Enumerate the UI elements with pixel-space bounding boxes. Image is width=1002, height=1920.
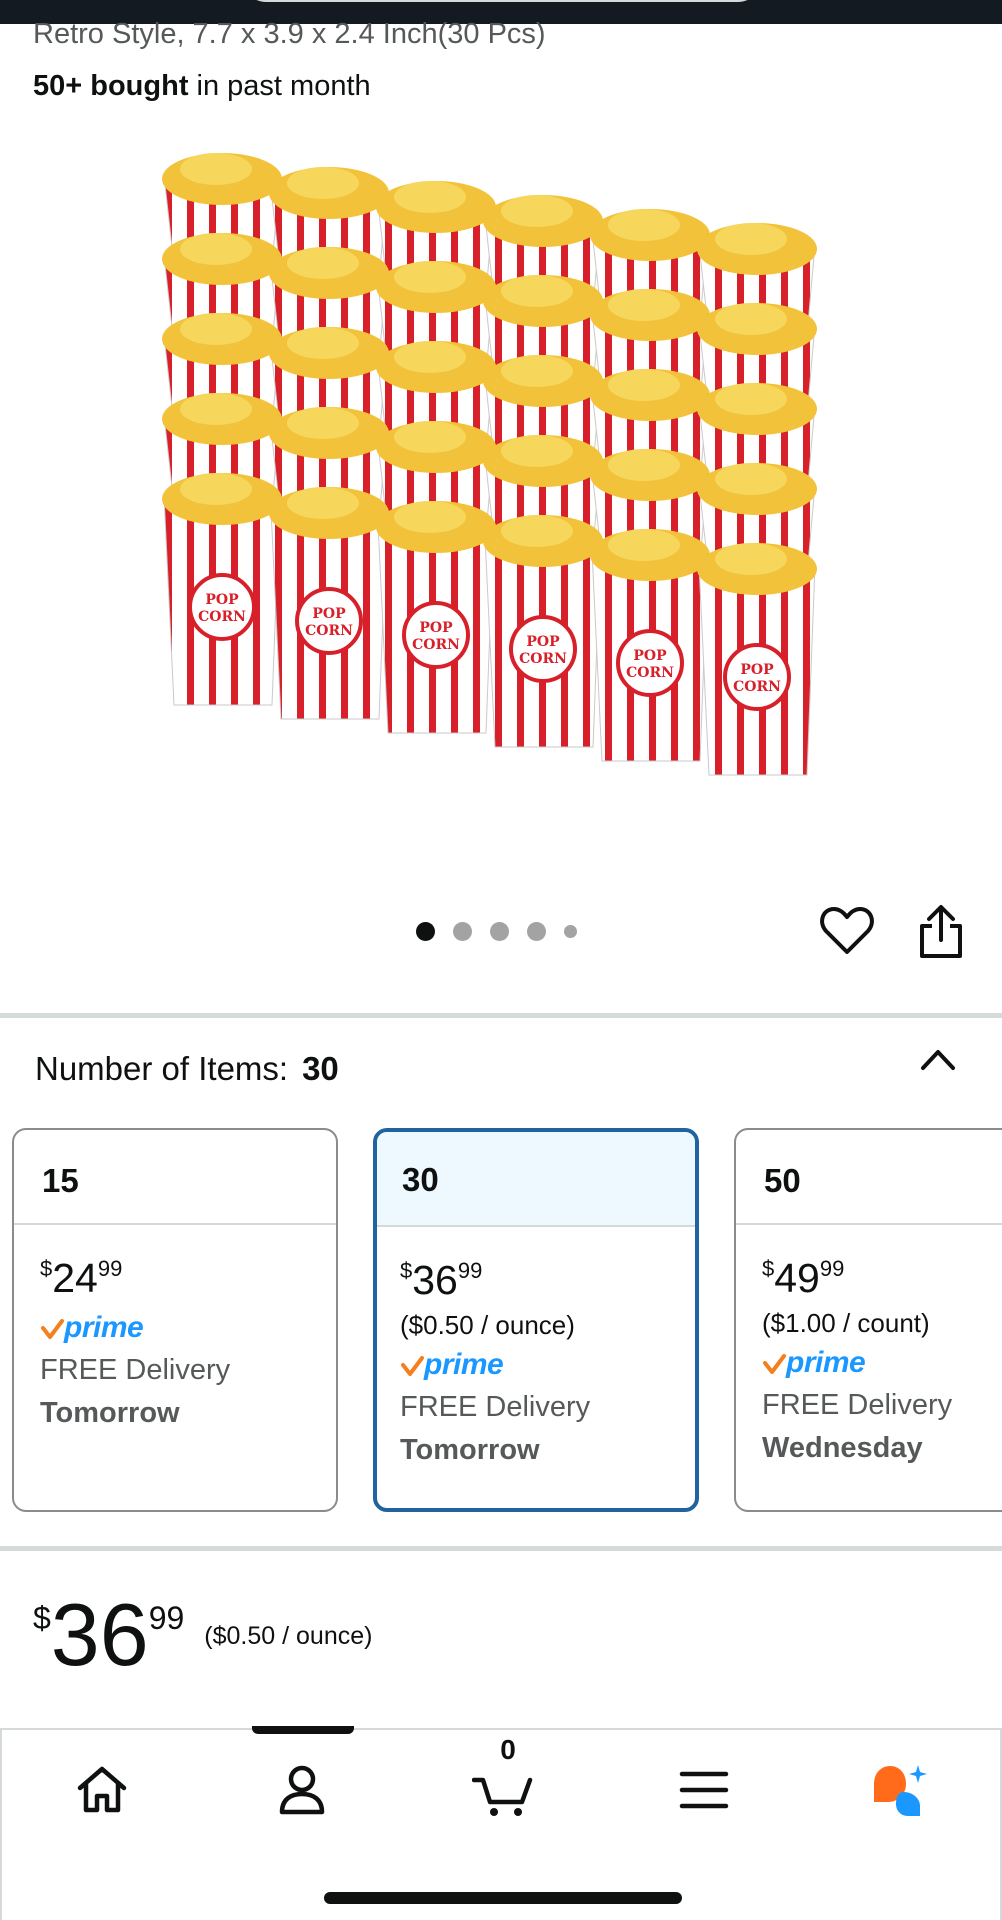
price-whole: 24 — [52, 1255, 98, 1301]
url-pill — [242, 0, 762, 2]
option-price: $3699 — [400, 1245, 695, 1306]
carousel-dots[interactable] — [416, 922, 577, 941]
prime-badge: prime — [762, 1345, 1002, 1381]
prime-check-icon — [763, 1354, 786, 1374]
items-selected-value: 30 — [302, 1050, 339, 1087]
option-count: 30 — [377, 1132, 695, 1227]
price-whole: 49 — [774, 1255, 820, 1301]
menu-icon[interactable] — [674, 1762, 734, 1818]
option-count: 50 — [736, 1130, 1002, 1225]
price-fraction: 99 — [457, 1258, 483, 1283]
cart-count: 0 — [500, 1734, 516, 1765]
unit-price: ($0.50 / ounce) — [400, 1310, 575, 1340]
popcorn-box: POPCORN — [590, 529, 710, 762]
items-label-text: Number of Items: — [35, 1050, 289, 1087]
bottom-nav: 0 — [0, 1726, 1002, 1920]
svg-text:CORN: CORN — [412, 637, 460, 653]
price-whole: 36 — [50, 1585, 149, 1684]
svg-text:POP: POP — [205, 592, 239, 608]
option-price: $2499 — [40, 1243, 336, 1304]
free-delivery: FREE Delivery — [40, 1354, 231, 1386]
home-icon[interactable] — [72, 1762, 132, 1818]
price-per-unit: ($0.50 / ounce) — [204, 1622, 373, 1650]
svg-text:CORN: CORN — [626, 665, 674, 681]
prime-word: prime — [424, 1348, 504, 1381]
prime-badge: prime — [400, 1347, 695, 1383]
item-option-30[interactable]: 30 $3699 ($0.50 / ounce) prime FREE Deli… — [373, 1128, 699, 1512]
bought-count: 50+ bought — [33, 70, 189, 102]
carousel-dot[interactable] — [416, 922, 435, 941]
free-delivery: FREE Delivery — [400, 1391, 591, 1423]
svg-text:POP: POP — [633, 648, 667, 664]
option-price: $4999 — [762, 1243, 1002, 1304]
product-image[interactable]: POPCORN POPCORN POPCORN POPCORN POPCORN POPCO… — [160, 140, 850, 840]
item-option-15[interactable]: 15 $2499 prime FREE Delivery Tomorrow — [12, 1128, 338, 1512]
number-of-items-label: Number of Items: 30 — [35, 1050, 339, 1088]
popcorn-box: POPCORN — [697, 543, 817, 776]
price-fraction: 99 — [148, 1600, 185, 1636]
prime-word: prime — [786, 1346, 866, 1379]
item-option-50[interactable]: 50 $4999 ($1.00 / count) prime FREE Deli… — [734, 1128, 1002, 1512]
prime-word: prime — [64, 1311, 144, 1344]
price-fraction: 99 — [97, 1256, 123, 1281]
price-whole: 36 — [412, 1257, 458, 1303]
carousel-dot[interactable] — [527, 922, 546, 941]
prime-badge: prime — [40, 1310, 336, 1346]
chevron-up-icon[interactable] — [918, 1044, 958, 1074]
svg-text:POP: POP — [419, 620, 453, 636]
nav-indicator — [252, 1726, 354, 1734]
popcorn-box: POPCORN — [269, 487, 389, 720]
heart-icon[interactable] — [820, 906, 874, 956]
bought-suffix: in past month — [188, 70, 371, 102]
price-fraction: 99 — [819, 1256, 845, 1281]
option-count: 15 — [14, 1130, 336, 1225]
delivery-date: Tomorrow — [400, 1434, 540, 1466]
svg-text:POP: POP — [740, 662, 774, 678]
carousel-dot[interactable] — [564, 925, 577, 938]
delivery-date: Tomorrow — [40, 1397, 180, 1429]
cart-icon[interactable] — [472, 1762, 536, 1818]
carousel-dot[interactable] — [490, 922, 509, 941]
section-divider — [0, 1546, 1002, 1551]
bought-in-past-month: 50+ bought in past month — [33, 70, 371, 103]
svg-text:CORN: CORN — [733, 679, 781, 695]
home-indicator[interactable] — [324, 1892, 682, 1904]
rufus-ai-icon[interactable] — [868, 1762, 932, 1818]
svg-text:POP: POP — [526, 634, 560, 650]
price-symbol: $ — [400, 1258, 413, 1283]
popcorn-box: POPCORN — [376, 501, 496, 734]
svg-text:CORN: CORN — [305, 623, 353, 639]
product-subtitle: Retro Style, 7.7 x 3.9 x 2.4 Inch(30 Pcs… — [33, 18, 546, 50]
prime-check-icon — [41, 1319, 64, 1339]
delivery-date: Wednesday — [762, 1432, 923, 1464]
carousel-dot[interactable] — [453, 922, 472, 941]
svg-text:POP: POP — [312, 606, 346, 622]
unit-price: ($1.00 / count) — [762, 1308, 930, 1338]
section-divider — [0, 1013, 1002, 1018]
svg-text:CORN: CORN — [198, 609, 246, 625]
price-symbol: $ — [762, 1256, 775, 1281]
popcorn-box: POPCORN — [162, 473, 282, 706]
svg-text:CORN: CORN — [519, 651, 567, 667]
main-price: $ 36 99 ($0.50 / ounce) — [33, 1590, 372, 1680]
share-icon[interactable] — [916, 904, 966, 960]
price-symbol: $ — [33, 1600, 51, 1636]
prime-check-icon — [401, 1356, 424, 1376]
account-icon[interactable] — [272, 1762, 332, 1818]
free-delivery: FREE Delivery — [762, 1389, 953, 1421]
price-symbol: $ — [40, 1256, 53, 1281]
popcorn-box: POPCORN — [483, 515, 603, 748]
